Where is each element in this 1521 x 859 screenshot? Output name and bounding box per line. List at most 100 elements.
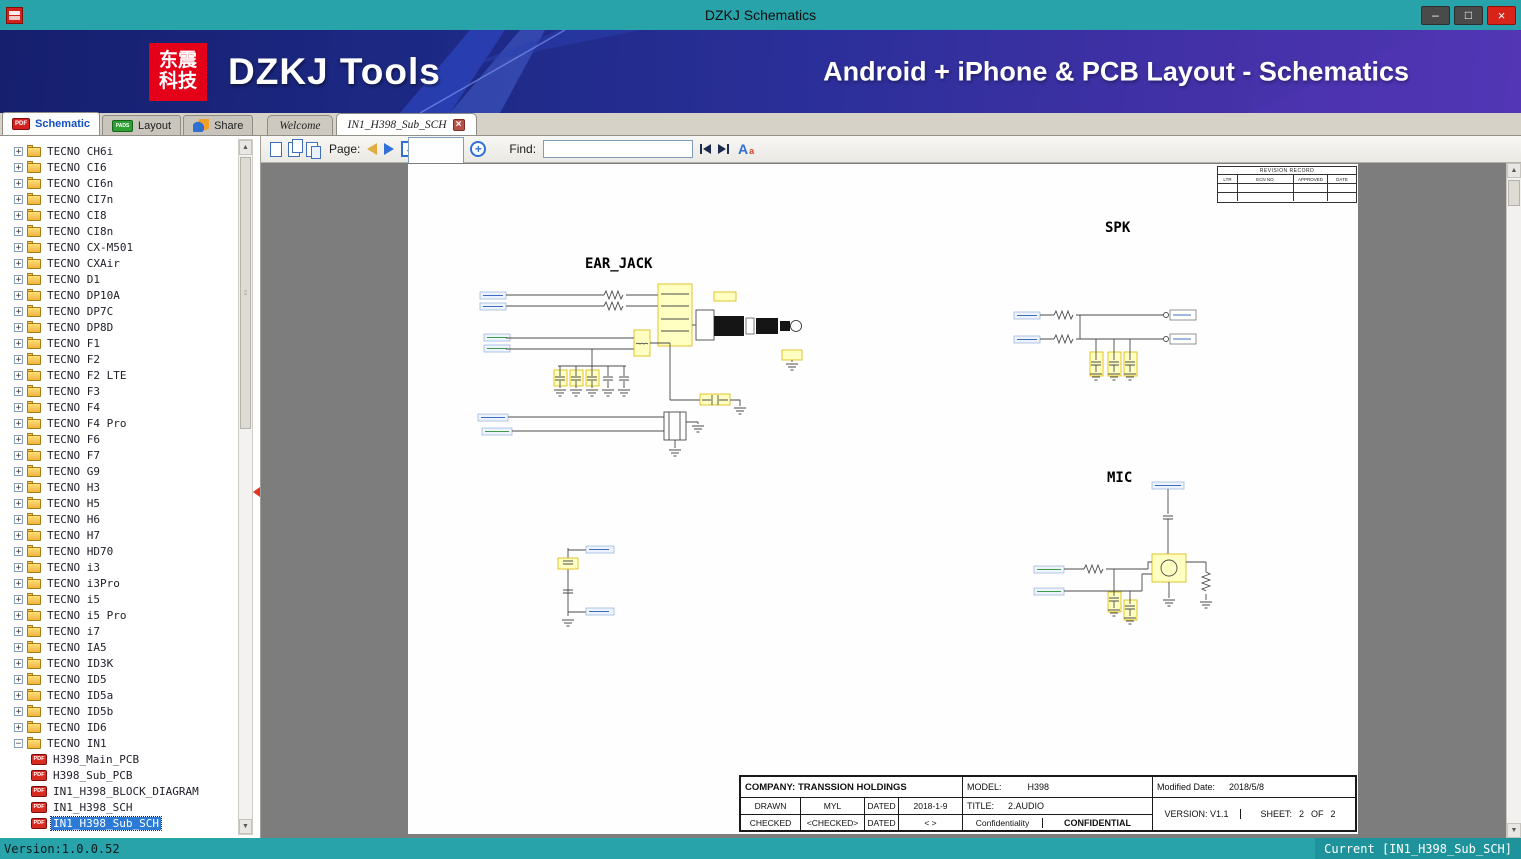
sidebar-scrollbar[interactable]: ▲ ▼ (238, 139, 253, 835)
tree-folder[interactable]: TECNO IN1 (0, 735, 234, 751)
book-view-button[interactable] (306, 141, 321, 159)
close-button[interactable]: × (1487, 5, 1516, 25)
expand-icon[interactable] (14, 306, 23, 316)
document-canvas[interactable]: EAR_JACK SPK MIC REVISION RECORD LTR ECN… (261, 163, 1521, 838)
tree-folder[interactable]: TECNO i5 (0, 591, 234, 607)
tree-folder[interactable]: TECNO F2 (0, 351, 234, 367)
expand-icon[interactable] (14, 610, 23, 620)
find-next-button[interactable] (718, 144, 730, 154)
expand-icon[interactable] (14, 290, 23, 300)
tree-folder[interactable]: TECNO CI6 (0, 159, 234, 175)
tree-folder[interactable]: TECNO DP8D (0, 319, 234, 335)
tree-folder[interactable]: TECNO H5 (0, 495, 234, 511)
tree-folder[interactable]: TECNO ID5 (0, 671, 234, 687)
expand-icon[interactable] (14, 194, 23, 204)
expand-icon[interactable] (14, 274, 23, 284)
tree-file[interactable]: PDF IN1_H398_Sub_SCH (0, 815, 234, 831)
tree-folder[interactable]: TECNO CI7n (0, 191, 234, 207)
tree-folder[interactable]: TECNO H3 (0, 479, 234, 495)
scroll-thumb[interactable] (1508, 180, 1520, 206)
expand-icon[interactable] (14, 322, 23, 332)
expand-icon[interactable] (14, 434, 23, 444)
tree-folder[interactable]: TECNO H7 (0, 527, 234, 543)
next-page-button[interactable] (384, 143, 395, 155)
text-size-button[interactable]: A a (738, 142, 754, 156)
scroll-up-icon[interactable]: ▲ (239, 140, 252, 155)
tree-folder[interactable]: TECNO i3 (0, 559, 234, 575)
expand-icon[interactable] (14, 594, 23, 604)
expand-icon[interactable] (14, 338, 23, 348)
tree-folder[interactable]: TECNO HD70 (0, 543, 234, 559)
expand-icon[interactable] (14, 386, 23, 396)
tree-folder[interactable]: TECNO F7 (0, 447, 234, 463)
tree-folder[interactable]: TECNO G9 (0, 463, 234, 479)
expand-icon[interactable] (14, 578, 23, 588)
scroll-up-icon[interactable]: ▲ (1507, 163, 1521, 178)
tree-folder[interactable]: TECNO F2 LTE (0, 367, 234, 383)
expand-icon[interactable] (14, 226, 23, 236)
maximize-button[interactable]: □ (1454, 5, 1483, 25)
prev-page-button[interactable] (367, 143, 378, 155)
scroll-down-icon[interactable]: ▼ (1507, 823, 1521, 838)
tree-folder[interactable]: TECNO F4 (0, 399, 234, 415)
expand-icon[interactable] (14, 722, 23, 732)
tab-layout[interactable]: PADS Layout (102, 115, 182, 135)
tree-folder[interactable]: TECNO F4 Pro (0, 415, 234, 431)
find-input[interactable] (543, 140, 694, 158)
expand-icon[interactable] (14, 402, 23, 412)
tree-folder[interactable]: TECNO ID6 (0, 719, 234, 735)
expand-icon[interactable] (14, 738, 23, 748)
expand-icon[interactable] (14, 418, 23, 428)
expand-icon[interactable] (14, 498, 23, 508)
tree-file[interactable]: PDF IN1_H398_BLOCK_DIAGRAM (0, 783, 234, 799)
tree-folder[interactable]: TECNO CX-M501 (0, 239, 234, 255)
tree-folder[interactable]: TECNO CI6n (0, 175, 234, 191)
expand-icon[interactable] (14, 514, 23, 524)
minimize-button[interactable]: – (1421, 5, 1450, 25)
scroll-thumb[interactable] (240, 157, 251, 429)
expand-icon[interactable] (14, 466, 23, 476)
tree-folder[interactable]: TECNO H6 (0, 511, 234, 527)
expand-icon[interactable] (14, 162, 23, 172)
find-prev-button[interactable] (700, 144, 712, 154)
tree-file[interactable]: PDF H398_Sub_PCB (0, 767, 234, 783)
multi-page-button[interactable] (288, 138, 303, 157)
tree-folder[interactable]: TECNO CI8 (0, 207, 234, 223)
tab-share[interactable]: Share (183, 115, 254, 135)
tree-folder[interactable]: TECNO DP10A (0, 287, 234, 303)
tree-file[interactable]: PDF IN1_H398_SCH (0, 799, 234, 815)
tree-folder[interactable]: TECNO CXAir (0, 255, 234, 271)
close-icon[interactable]: × (452, 118, 465, 131)
tree-folder[interactable]: TECNO D1 (0, 271, 234, 287)
doc-tab-welcome[interactable]: Welcome (267, 115, 333, 135)
viewer-scrollbar[interactable]: ▲ ▼ (1506, 163, 1521, 838)
tree-file[interactable]: PDF H398_Main_PCB (0, 751, 234, 767)
tree-folder[interactable]: TECNO i3Pro (0, 575, 234, 591)
tree-folder[interactable]: TECNO ID3K (0, 655, 234, 671)
expand-icon[interactable] (14, 530, 23, 540)
single-page-button[interactable] (270, 141, 282, 157)
expand-icon[interactable] (14, 674, 23, 684)
doc-tab-current[interactable]: IN1_H398_Sub_SCH × (335, 113, 477, 135)
splitter-arrow[interactable] (253, 487, 260, 497)
expand-icon[interactable] (14, 146, 23, 156)
tree-folder[interactable]: TECNO i7 (0, 623, 234, 639)
expand-icon[interactable] (14, 546, 23, 556)
expand-icon[interactable] (14, 626, 23, 636)
expand-icon[interactable] (14, 178, 23, 188)
expand-icon[interactable] (14, 706, 23, 716)
expand-icon[interactable] (14, 562, 23, 572)
tree-folder[interactable]: TECNO CH6i (0, 143, 234, 159)
scroll-down-icon[interactable]: ▼ (239, 819, 252, 834)
tree-folder[interactable]: TECNO IA5 (0, 639, 234, 655)
expand-icon[interactable] (14, 242, 23, 252)
expand-icon[interactable] (14, 642, 23, 652)
expand-icon[interactable] (14, 210, 23, 220)
tree-folder[interactable]: TECNO ID5b (0, 703, 234, 719)
tree-folder[interactable]: TECNO F3 (0, 383, 234, 399)
tab-schematic[interactable]: PDF Schematic (2, 112, 101, 135)
zoom-in-button[interactable]: + (470, 141, 487, 157)
expand-icon[interactable] (14, 354, 23, 364)
tree-folder[interactable]: TECNO ID5a (0, 687, 234, 703)
tree-folder[interactable]: TECNO i5 Pro (0, 607, 234, 623)
